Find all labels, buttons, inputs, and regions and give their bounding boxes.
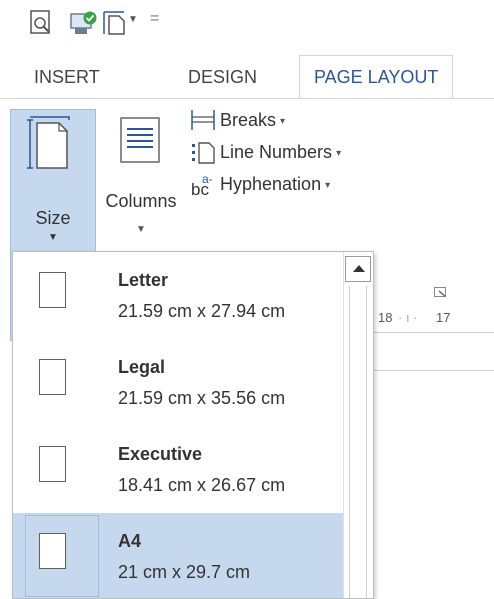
columns-button[interactable]: Columns <box>98 191 184 212</box>
size-label: Size <box>35 208 71 228</box>
tab-page-layout[interactable]: PAGE LAYOUT <box>299 55 454 100</box>
scroll-track[interactable] <box>349 286 367 598</box>
chevron-up-icon <box>353 265 365 272</box>
ruler-mark-18: 18 <box>378 310 393 325</box>
ribbon-page-setup: Size ▼ Columns ▼ Breaks ▾ Line Numbers ▾… <box>0 99 494 341</box>
customize-qat-icon[interactable]: = <box>150 10 159 28</box>
ribbon-tabs: INSERT DESIGN PAGE LAYOUT <box>0 55 494 100</box>
page-size-icon[interactable] <box>102 10 128 41</box>
size-option-letter[interactable]: Letter 21.59 cm x 27.94 cm <box>13 252 343 339</box>
horizontal-ruler: 18 · ı · 17 <box>372 304 494 333</box>
document-edge <box>372 370 494 371</box>
size-caret-icon: ▼ <box>48 232 58 243</box>
size-option-legal[interactable]: Legal 21.59 cm x 35.56 cm <box>13 339 343 426</box>
print-preview-icon[interactable] <box>30 10 52 41</box>
scroll-up-button[interactable] <box>345 256 371 282</box>
size-dropdown-menu: Letter 21.59 cm x 27.94 cm Legal 21.59 c… <box>12 251 374 599</box>
page-thumbnail-icon <box>39 272 66 308</box>
size-option-name: Executive <box>118 444 203 464</box>
breaks-label: Breaks <box>220 110 277 130</box>
page-thumbnail-icon <box>39 446 66 482</box>
columns-icon <box>120 117 160 168</box>
dialog-launcher-icon[interactable] <box>434 286 448 304</box>
size-option-name: Letter <box>118 270 169 290</box>
hyphenation-label: Hyphenation <box>220 174 322 194</box>
size-option-dims: 18.41 cm x 26.67 cm <box>118 475 286 495</box>
size-option-name: Legal <box>118 357 166 377</box>
breaks-icon <box>190 108 216 137</box>
hyphenation-icon: bc a- <box>190 172 218 204</box>
svg-text:a-: a- <box>202 173 213 186</box>
size-option-dims: 21.59 cm x 35.56 cm <box>118 388 286 408</box>
size-option-name: A4 <box>118 531 142 551</box>
line-numbers-icon <box>190 141 216 170</box>
page-thumbnail-icon <box>39 359 66 395</box>
tab-design[interactable]: DESIGN <box>188 56 257 98</box>
quick-access-toolbar: ▼ = <box>0 0 494 44</box>
size-option-dims: 21.59 cm x 27.94 cm <box>118 301 286 321</box>
ruler-mark-17: 17 <box>436 310 451 325</box>
size-option-executive[interactable]: Executive 18.41 cm x 26.67 cm <box>13 426 343 513</box>
size-page-icon <box>27 116 71 175</box>
save-check-icon[interactable] <box>70 10 98 41</box>
qat-dropdown-caret-icon[interactable]: ▼ <box>128 14 138 25</box>
line-numbers-caret-icon: ▾ <box>336 148 342 159</box>
ruler-dots: · ı · <box>398 310 418 325</box>
size-option-dims: 21 cm x 29.7 cm <box>118 562 251 582</box>
hyphenation-caret-icon: ▾ <box>325 180 331 191</box>
breaks-caret-icon: ▾ <box>280 116 286 127</box>
page-thumbnail-icon <box>39 533 66 569</box>
size-option-a4[interactable]: A4 21 cm x 29.7 cm <box>13 513 343 598</box>
line-numbers-label: Line Numbers <box>220 142 333 162</box>
tab-insert[interactable]: INSERT <box>34 56 100 98</box>
columns-caret-icon[interactable]: ▼ <box>98 224 184 235</box>
